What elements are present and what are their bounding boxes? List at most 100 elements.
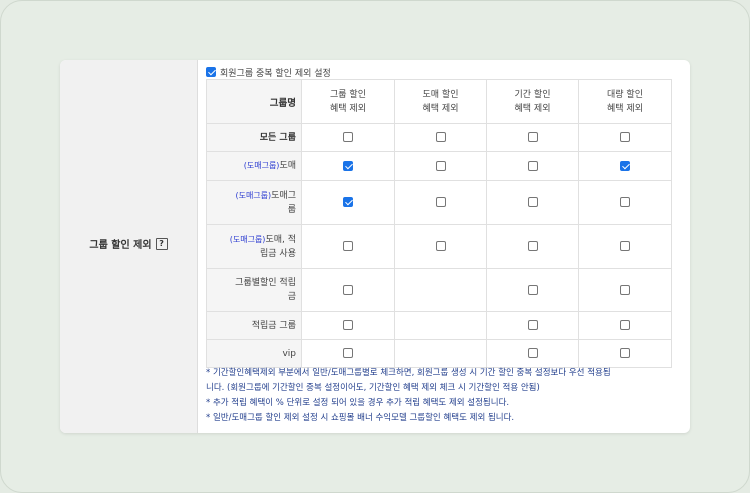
discount-exclude-cell [301,311,395,340]
column-header-group-discount: 그룹 할인 혜택 제외 [301,79,395,124]
discount-exclude-checkbox[interactable] [620,160,630,171]
discount-exclude-cell [394,224,487,269]
discount-exclude-cell [486,180,579,225]
note-line: * 일반/도매그룹 할인 제외 설정 시 쇼핑몰 배너 수익모델 그룹할인 혜택… [206,413,515,423]
discount-exclude-cell [578,311,672,340]
discount-exclude-cell [578,123,672,152]
group-type-tag: (도매그룹) [243,161,280,170]
discount-exclude-checkbox[interactable] [527,197,538,208]
discount-exclude-cell [578,268,672,312]
discount-exclude-cell [301,224,395,269]
discount-exclude-cell [394,123,487,152]
group-name-cell: 모든 그룹 [206,123,302,152]
discount-exclude-checkbox[interactable] [343,284,353,295]
discount-exclude-checkbox[interactable] [527,132,538,143]
discount-exclude-checkbox[interactable] [620,197,630,208]
discount-exclude-cell [394,339,487,368]
section-label: 그룹 할인 제외 ? [60,236,197,251]
help-notes: * 기간할인혜택제외 부분에서 일반/도매그룹별로 체크하면, 회원그룹 생성 … [206,366,686,426]
discount-exclude-cell [394,268,487,312]
discount-exclude-cell [301,151,395,181]
group-name: 그룹별할인 적립 [235,278,296,288]
discount-exclude-checkbox[interactable] [435,132,446,143]
group-name: 도매, 적 [265,234,296,245]
discount-exclude-checkbox[interactable] [343,197,353,208]
column-header-bulk-discount: 대량 할인 혜택 제외 [578,79,672,124]
group-name: 도매 [279,161,296,171]
discount-exclude-checkbox[interactable] [527,348,538,359]
discount-exclude-cell [486,123,579,152]
discount-exclude-checkbox[interactable] [527,284,538,295]
group-name-header: 그룹명 [206,79,302,124]
discount-exclude-checkbox[interactable] [527,320,538,331]
discount-exclude-cell [301,123,395,152]
discount-exclude-checkbox[interactable] [343,160,353,171]
discount-exclude-cell [578,339,672,368]
discount-exclude-cell [578,151,672,181]
column-header-wholesale-discount: 도매 할인 혜택 제외 [394,79,487,124]
section-label-column: 그룹 할인 제외 ? [60,60,198,433]
discount-exclude-cell [301,339,395,368]
discount-exclude-checkbox[interactable] [620,132,630,143]
group-name-cell: 그룹별할인 적립금 [206,268,302,312]
discount-exclude-cell [578,180,672,225]
discount-exclude-checkbox[interactable] [620,348,630,359]
table-row: 모든 그룹 [206,123,672,152]
group-name: 적립금 그룹 [251,320,296,331]
discount-exclude-checkbox[interactable] [527,241,538,252]
table-row: (도매그룹)도매그룹 [206,180,672,225]
duplicate-discount-exclude-label: 회원그룹 중복 할인 제외 설정 [220,68,331,79]
group-name-cell: (도매그룹)도매 [206,151,302,181]
table-header-row: 그룹명 그룹 할인 혜택 제외 도매 할인 혜택 제외 기간 할인 혜택 제외 대량 … [206,79,672,124]
discount-exclude-cell [486,339,579,368]
group-type-tag: (도매그룹) [229,234,266,244]
section-label-text: 그룹 할인 제외 [89,240,152,251]
discount-exclude-checkbox[interactable] [343,320,353,331]
note-line: * 추가 적립 혜택이 % 단위로 설정 되어 있을 경우 추가 적립 혜택도 … [206,398,510,408]
discount-exclude-checkbox[interactable] [435,160,446,171]
group-name-continued: 금 [287,292,296,302]
group-type-tag: (도매그룹) [235,190,272,200]
group-name-continued: 룹 [287,204,296,215]
duplicate-discount-exclude-option[interactable]: 회원그룹 중복 할인 제외 설정 [206,65,331,79]
group-name: 도매그 [271,190,296,201]
discount-exclude-checkbox[interactable] [343,132,353,143]
discount-exclude-cell [394,311,487,340]
table-row: 적립금 그룹 [206,311,672,340]
discount-exclude-cell [486,224,579,269]
table-row: (도매그룹)도매 [206,151,672,181]
discount-exclude-checkbox[interactable] [620,284,630,295]
discount-exclude-checkbox[interactable] [343,241,353,252]
discount-exclude-cell [486,268,579,312]
table-row: vip [206,339,672,368]
duplicate-discount-exclude-checkbox[interactable] [206,67,216,77]
group-discount-table: 그룹명 그룹 할인 혜택 제외 도매 할인 혜택 제외 기간 할인 혜택 제외 대량 … [206,79,672,368]
group-name: vip [282,348,296,359]
discount-exclude-checkbox[interactable] [435,241,446,252]
discount-exclude-cell [394,180,487,225]
discount-exclude-cell [394,151,487,181]
group-name-cell: (도매그룹)도매그룹 [206,180,302,225]
group-name-cell: vip [206,339,302,368]
table-row: (도매그룹)도매, 적립금 사용 [206,224,672,269]
table-row: 그룹별할인 적립금 [206,268,672,312]
group-name: 모든 그룹 [259,132,296,143]
discount-exclude-checkbox[interactable] [343,348,353,359]
discount-exclude-cell [301,180,395,225]
discount-exclude-checkbox[interactable] [435,197,446,208]
note-line: 니다. (회원그룹에 기간할인 중복 설정이어도, 기간할인 혜택 제외 체크 … [206,383,540,393]
discount-exclude-cell [301,268,395,312]
settings-card: 그룹 할인 제외 ? 회원그룹 중복 할인 제외 설정 그룹명 그룹 할인 혜택 … [60,60,690,433]
help-icon[interactable]: ? [155,237,168,250]
discount-exclude-cell [578,224,672,269]
discount-exclude-cell [486,151,579,181]
group-name-cell: (도매그룹)도매, 적립금 사용 [206,224,302,269]
discount-exclude-checkbox[interactable] [620,241,630,252]
discount-exclude-checkbox[interactable] [527,160,538,171]
discount-exclude-cell [486,311,579,340]
column-header-period-discount: 기간 할인 혜택 제외 [486,79,579,124]
discount-exclude-checkbox[interactable] [620,320,630,331]
group-name-continued: 립금 사용 [260,248,296,259]
group-name-cell: 적립금 그룹 [206,311,302,340]
note-line: * 기간할인혜택제외 부분에서 일반/도매그룹별로 체크하면, 회원그룹 생성 … [206,368,611,378]
